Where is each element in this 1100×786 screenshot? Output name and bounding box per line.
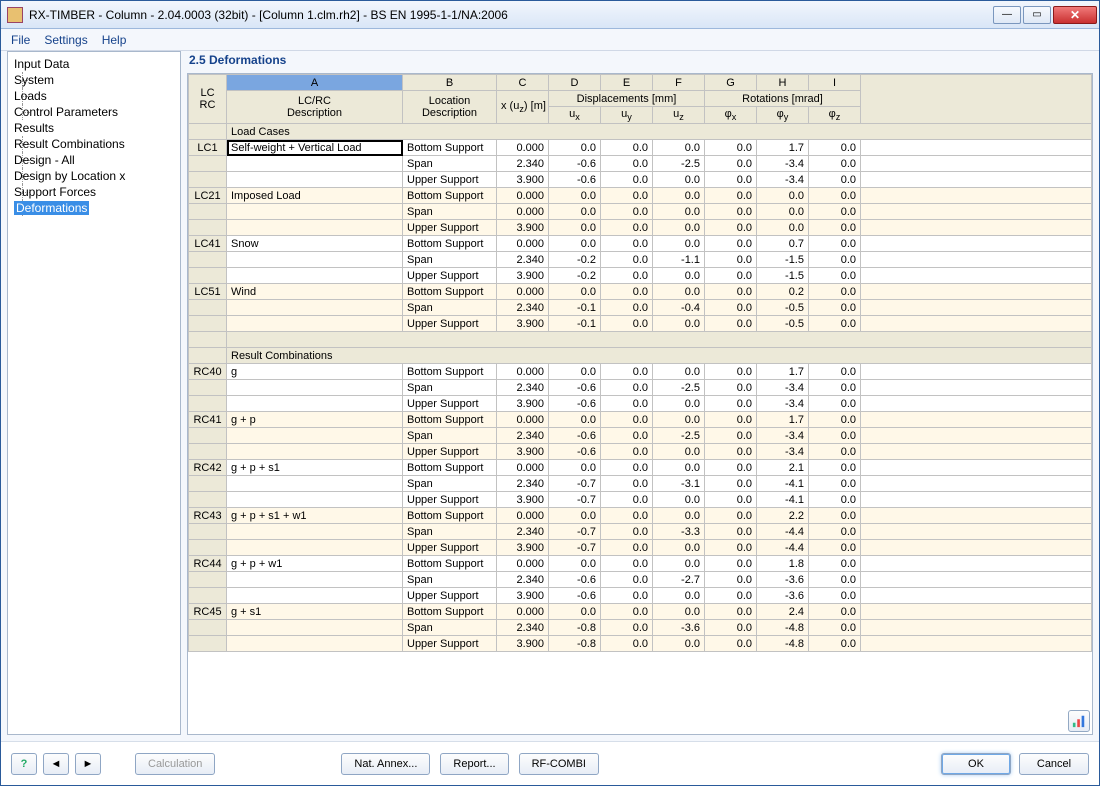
col-xuz[interactable]: x (uz) [m]: [497, 91, 549, 124]
table-row[interactable]: Upper Support3.900-0.60.00.00.0-3.40.0: [189, 396, 1092, 412]
menu-settings[interactable]: Settings: [44, 33, 87, 47]
section-row: Load Cases: [189, 124, 1092, 140]
col-ux[interactable]: ux: [549, 107, 601, 124]
col-lc-rc[interactable]: LC RC: [189, 75, 227, 124]
col-letter-d[interactable]: D: [549, 75, 601, 91]
app-icon: [7, 7, 23, 23]
menu-help[interactable]: Help: [102, 33, 127, 47]
col-desc-b[interactable]: Location Description: [403, 91, 497, 124]
close-button[interactable]: ✕: [1053, 6, 1097, 24]
table-row[interactable]: Span2.340-0.60.0-2.50.0-3.40.0: [189, 380, 1092, 396]
table-row[interactable]: LC41SnowBottom Support0.0000.00.00.00.00…: [189, 236, 1092, 252]
table-row[interactable]: Span2.340-0.80.0-3.60.0-4.80.0: [189, 620, 1092, 636]
col-desc-a[interactable]: LC/RC Description: [227, 91, 403, 124]
col-letter-g[interactable]: G: [705, 75, 757, 91]
minimize-button[interactable]: —: [993, 6, 1021, 24]
col-letter-c[interactable]: C: [497, 75, 549, 91]
table-row[interactable]: RC43g + p + s1 + w1Bottom Support0.0000.…: [189, 508, 1092, 524]
tree-result-combinations[interactable]: Result Combinations: [12, 136, 176, 152]
table-row[interactable]: Span2.340-0.60.0-2.70.0-3.60.0: [189, 572, 1092, 588]
table-row[interactable]: Upper Support3.900-0.60.00.00.0-3.40.0: [189, 444, 1092, 460]
table-row[interactable]: RC41g + pBottom Support0.0000.00.00.00.0…: [189, 412, 1092, 428]
col-uy[interactable]: uy: [601, 107, 653, 124]
table-row[interactable]: Upper Support3.900-0.20.00.00.0-1.50.0: [189, 268, 1092, 284]
table-row[interactable]: RC42g + p + s1Bottom Support0.0000.00.00…: [189, 460, 1092, 476]
menu-file[interactable]: File: [11, 33, 30, 47]
table-row[interactable]: Span2.340-0.70.0-3.10.0-4.10.0: [189, 476, 1092, 492]
window-title: RX-TIMBER - Column - 2.04.0003 (32bit) -…: [29, 8, 993, 22]
table-row[interactable]: LC51WindBottom Support0.0000.00.00.00.00…: [189, 284, 1092, 300]
maximize-button[interactable]: ▭: [1023, 6, 1051, 24]
table-row[interactable]: RC44g + p + w1Bottom Support0.0000.00.00…: [189, 556, 1092, 572]
table-row[interactable]: RC45g + s1Bottom Support0.0000.00.00.00.…: [189, 604, 1092, 620]
table-row[interactable]: LC1Self-weight + Vertical LoadBottom Sup…: [189, 140, 1092, 156]
panel-title: 2.5 Deformations: [187, 51, 1093, 73]
app-window: RX-TIMBER - Column - 2.04.0003 (32bit) -…: [0, 0, 1100, 786]
graph-icon[interactable]: [1068, 710, 1090, 732]
tree-design-location[interactable]: Design by Location x: [12, 168, 176, 184]
prev-button[interactable]: ◄: [43, 753, 69, 775]
table-row[interactable]: Upper Support3.900-0.70.00.00.0-4.40.0: [189, 540, 1092, 556]
cancel-button[interactable]: Cancel: [1019, 753, 1089, 775]
tree-control-params[interactable]: Control Parameters: [12, 104, 176, 120]
next-button[interactable]: ►: [75, 753, 101, 775]
report-button[interactable]: Report...: [440, 753, 508, 775]
col-letter-b[interactable]: B: [403, 75, 497, 91]
col-group-disp[interactable]: Displacements [mm]: [549, 91, 705, 107]
nav-tree[interactable]: Input Data System Loads Control Paramete…: [7, 51, 181, 735]
col-uz[interactable]: uz: [653, 107, 705, 124]
table-row[interactable]: Upper Support3.900-0.10.00.00.0-0.50.0: [189, 316, 1092, 332]
table-row[interactable]: Upper Support3.9000.00.00.00.00.00.0: [189, 220, 1092, 236]
table-row[interactable]: Upper Support3.900-0.80.00.00.0-4.80.0: [189, 636, 1092, 652]
help-button[interactable]: ?: [11, 753, 37, 775]
data-grid[interactable]: LC RC A B C D E F G H I: [187, 73, 1093, 735]
table-row[interactable]: Upper Support3.900-0.60.00.00.0-3.40.0: [189, 172, 1092, 188]
menubar: File Settings Help: [1, 29, 1099, 51]
tree-loads[interactable]: Loads: [12, 88, 176, 104]
col-letter-f[interactable]: F: [653, 75, 705, 91]
section-row: Result Combinations: [189, 348, 1092, 364]
table-row[interactable]: Span2.340-0.70.0-3.30.0-4.40.0: [189, 524, 1092, 540]
col-phiz[interactable]: φz: [809, 107, 861, 124]
rf-combi-button[interactable]: RF-COMBI: [519, 753, 599, 775]
col-filler: [861, 75, 1092, 124]
tree-deformations[interactable]: Deformations: [12, 200, 176, 216]
table-row[interactable]: Upper Support3.900-0.70.00.00.0-4.10.0: [189, 492, 1092, 508]
table-row[interactable]: Upper Support3.900-0.60.00.00.0-3.60.0: [189, 588, 1092, 604]
col-letter-a[interactable]: A: [227, 75, 403, 91]
tree-support-forces[interactable]: Support Forces: [12, 184, 176, 200]
table-row[interactable]: Span2.340-0.10.0-0.40.0-0.50.0: [189, 300, 1092, 316]
col-letter-e[interactable]: E: [601, 75, 653, 91]
col-letter-i[interactable]: I: [809, 75, 861, 91]
footer: ? ◄ ► Calculation Nat. Annex... Report..…: [1, 741, 1099, 785]
table-row[interactable]: Span2.340-0.20.0-1.10.0-1.50.0: [189, 252, 1092, 268]
table-row[interactable]: Span0.0000.00.00.00.00.00.0: [189, 204, 1092, 220]
col-phiy[interactable]: φy: [757, 107, 809, 124]
table-row[interactable]: LC21Imposed LoadBottom Support0.0000.00.…: [189, 188, 1092, 204]
table-row[interactable]: Span2.340-0.60.0-2.50.0-3.40.0: [189, 156, 1092, 172]
tree-results[interactable]: Results: [12, 120, 176, 136]
calculation-button[interactable]: Calculation: [135, 753, 215, 775]
col-phix[interactable]: φx: [705, 107, 757, 124]
col-letter-h[interactable]: H: [757, 75, 809, 91]
tree-design-all[interactable]: Design - All: [12, 152, 176, 168]
nat-annex-button[interactable]: Nat. Annex...: [341, 753, 430, 775]
ok-button[interactable]: OK: [941, 753, 1011, 775]
table-row[interactable]: RC40gBottom Support0.0000.00.00.00.01.70…: [189, 364, 1092, 380]
col-group-rot[interactable]: Rotations [mrad]: [705, 91, 861, 107]
tree-input-data[interactable]: Input Data: [12, 56, 176, 72]
tree-system[interactable]: System: [12, 72, 176, 88]
titlebar[interactable]: RX-TIMBER - Column - 2.04.0003 (32bit) -…: [1, 1, 1099, 29]
table-row[interactable]: Span2.340-0.60.0-2.50.0-3.40.0: [189, 428, 1092, 444]
